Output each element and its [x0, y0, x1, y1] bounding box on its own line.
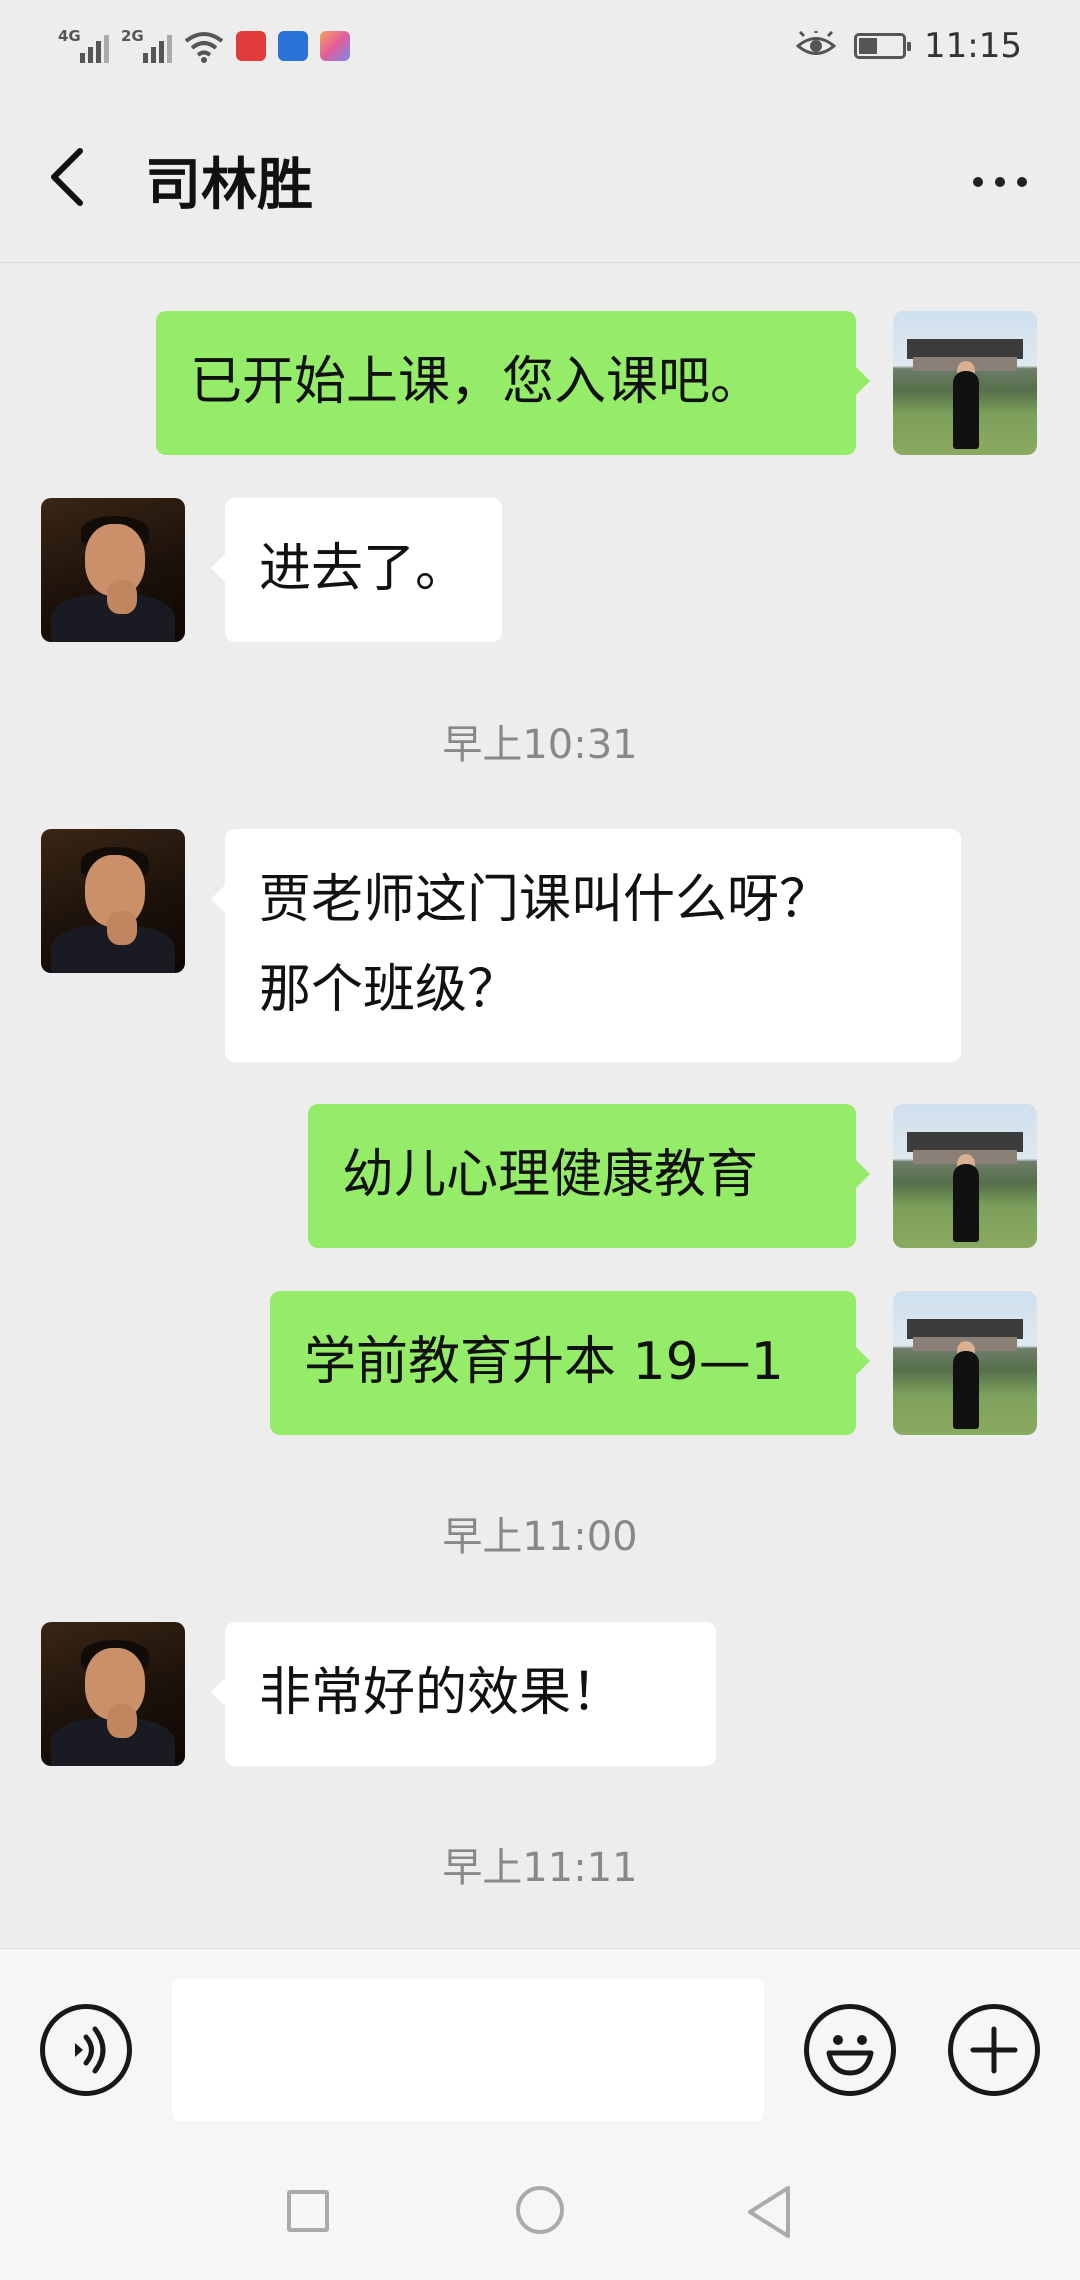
- message-input[interactable]: [172, 1979, 764, 2121]
- message-text-line: 那个班级？: [259, 960, 520, 1020]
- status-bar: 4G 2G 11:15: [0, 0, 1080, 92]
- status-right: 11:15: [796, 20, 1022, 72]
- timestamp: 早上11:11: [442, 1845, 638, 1891]
- back-triangle-icon[interactable]: [744, 2184, 794, 2240]
- message-bubble[interactable]: 进去了。: [211, 498, 502, 642]
- network-type-1: 4G: [58, 27, 81, 45]
- contact-avatar[interactable]: [41, 829, 185, 973]
- message-bubble[interactable]: 非常好的效果！: [211, 1622, 716, 1766]
- chat-header: 司林胜: [0, 92, 1080, 263]
- app-notification-icon: [320, 31, 350, 61]
- recent-apps-icon[interactable]: [287, 2190, 329, 2232]
- app-notification-icon: [278, 31, 308, 61]
- message-bubble[interactable]: 幼儿心理健康教育: [308, 1104, 870, 1248]
- chat-title: 司林胜: [145, 153, 313, 218]
- timestamp: 早上11:00: [442, 1514, 638, 1560]
- eye-icon: [796, 31, 837, 55]
- message-text: 进去了。: [259, 539, 468, 599]
- home-icon[interactable]: [516, 2186, 564, 2234]
- network-type-2: 2G: [121, 27, 144, 45]
- message-bubble[interactable]: 已开始上课，您入课吧。: [156, 311, 870, 455]
- status-left: 4G 2G: [58, 22, 350, 70]
- app-notification-icon: [236, 31, 266, 61]
- chevron-left-icon[interactable]: [40, 137, 100, 217]
- my-avatar[interactable]: [893, 1291, 1037, 1435]
- emoji-icon[interactable]: [804, 2004, 896, 2096]
- timestamp: 早上10:31: [442, 722, 638, 768]
- plus-icon[interactable]: [948, 2004, 1040, 2096]
- my-avatar[interactable]: [893, 311, 1037, 455]
- message-text-line: 贾老师这门课叫什么呀？: [259, 870, 832, 930]
- message-text: 幼儿心理健康教育: [342, 1145, 759, 1205]
- status-time: 11:15: [924, 26, 1022, 66]
- signal-icon: 4G: [58, 27, 109, 63]
- contact-avatar[interactable]: [41, 1622, 185, 1766]
- message-text: 学前教育升本 19—1: [304, 1332, 784, 1392]
- input-bar: [0, 1948, 1080, 2137]
- message-text: 已开始上课，您入课吧。: [190, 352, 763, 412]
- more-icon[interactable]: [960, 152, 1040, 212]
- message-text: 非常好的效果！: [259, 1663, 624, 1723]
- wifi-icon: [184, 32, 224, 63]
- message-bubble[interactable]: 贾老师这门课叫什么呀？ 那个班级？: [211, 829, 961, 1062]
- my-avatar[interactable]: [893, 1104, 1037, 1248]
- contact-avatar[interactable]: [41, 498, 185, 642]
- voice-icon[interactable]: [40, 2004, 132, 2096]
- system-nav-bar: [0, 2136, 1080, 2280]
- message-bubble[interactable]: 学前教育升本 19—1: [270, 1291, 870, 1435]
- battery-icon: [854, 33, 912, 59]
- signal-icon: 2G: [121, 27, 172, 63]
